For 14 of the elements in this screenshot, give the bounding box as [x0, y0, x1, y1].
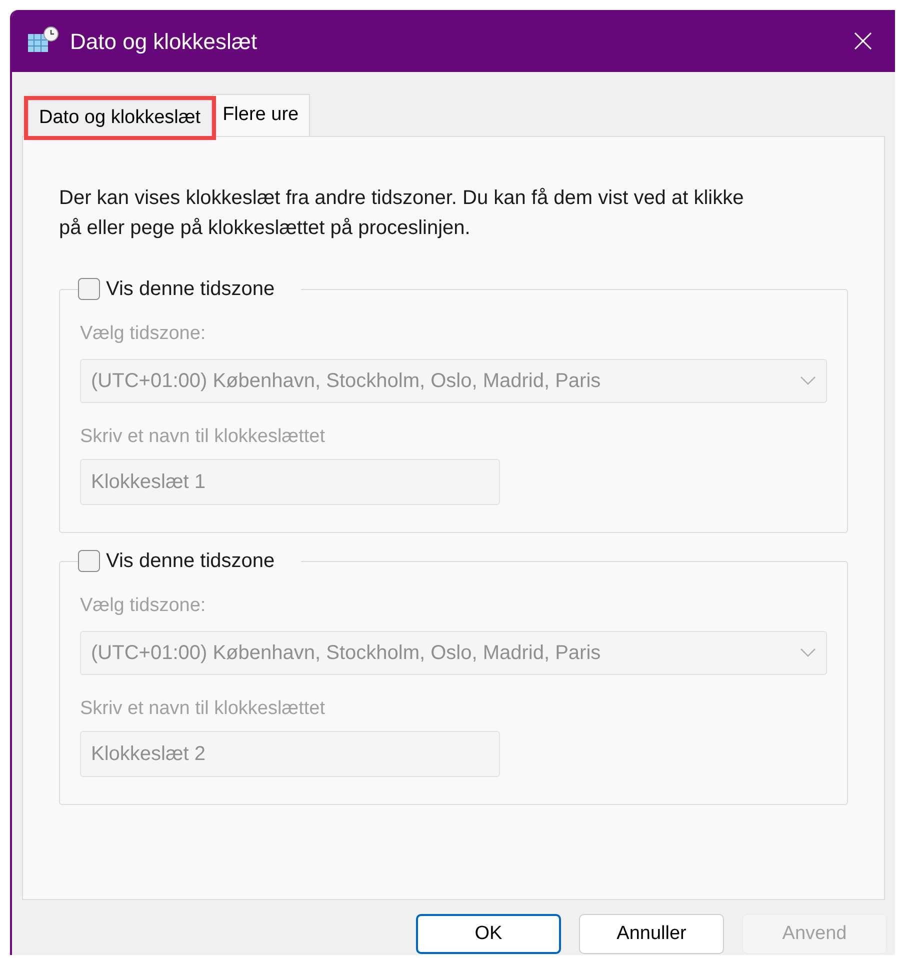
timezone-label: Vælg tidszone:	[80, 322, 207, 346]
dialog-button[interactable]: Annuller	[579, 914, 724, 954]
window-title: Dato og klokkeslæt	[70, 28, 258, 56]
name-label: Skriv et navn til klokkeslættet	[80, 424, 326, 448]
close-icon	[853, 31, 873, 51]
description: Der kan vises klokkeslæt fra andre tidszoner. Du kan få dem vist ved at klikke på eller pege på klokkeslættet på proceslinjen.	[58, 186, 745, 241]
dialog-button[interactable]: OK	[416, 914, 561, 954]
timezone-label: Vælg tidszone:	[80, 594, 207, 618]
name-label: Skriv et navn til klokkeslættet	[80, 696, 326, 720]
chevron-down-icon	[800, 376, 816, 386]
chevron-down-icon	[800, 648, 816, 658]
checkbox-label: Vis denne tidszone	[106, 277, 275, 302]
tab[interactable]: Flere ure	[212, 94, 310, 136]
checkbox-label: Vis denne tidszone	[106, 549, 275, 574]
